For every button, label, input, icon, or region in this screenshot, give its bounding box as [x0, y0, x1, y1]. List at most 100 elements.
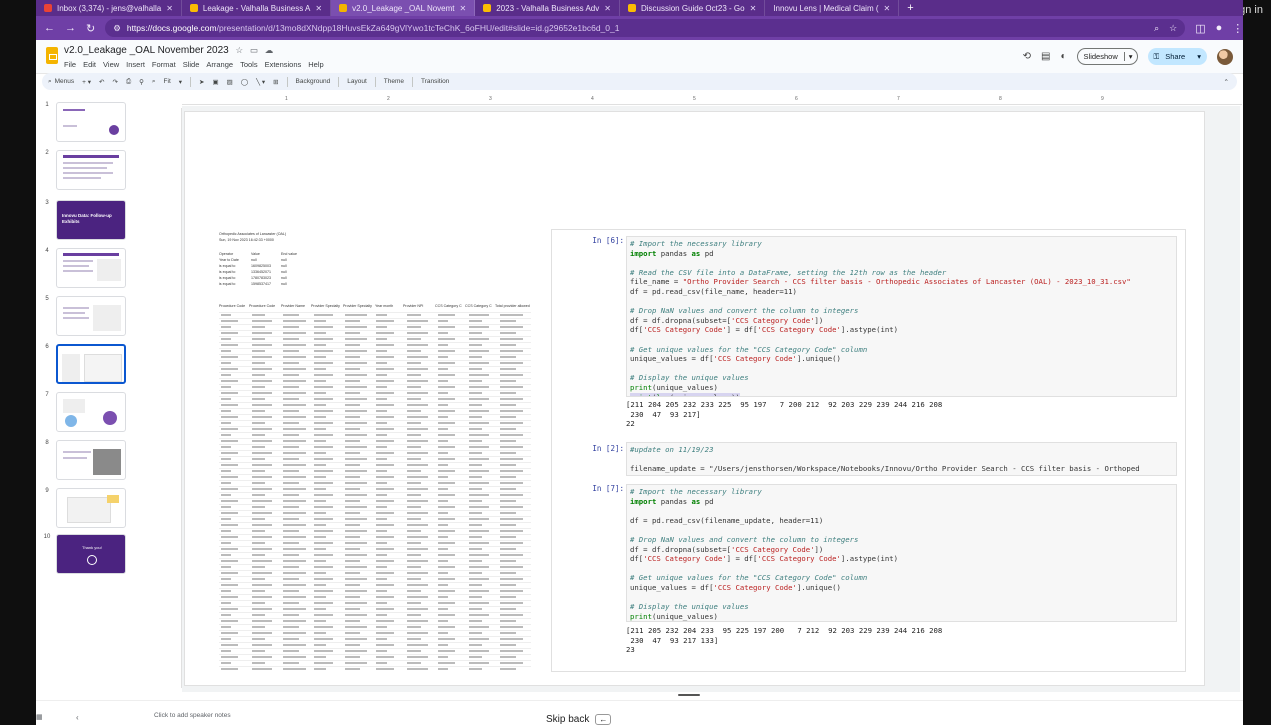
menu-help[interactable]: Help — [308, 60, 323, 69]
slide-thumb-8[interactable]: 8 — [42, 440, 132, 480]
sheet-cell-texture — [345, 500, 360, 502]
line-icon[interactable]: ╲ ▾ — [256, 78, 265, 86]
tab-slides-active[interactable]: v2.0_Leakage _OAL Novemt ✕ — [331, 0, 476, 16]
forward-icon[interactable]: → — [65, 22, 76, 34]
paint-format-icon[interactable]: ⚲ — [139, 78, 144, 86]
sheet-cell-texture — [221, 458, 231, 460]
slides-logo-icon[interactable] — [46, 47, 58, 64]
thumbnail — [56, 440, 126, 480]
version-history-icon[interactable]: ⟲ — [1023, 51, 1031, 62]
new-tab-icon[interactable]: + — [899, 2, 921, 14]
sheet-cell-texture — [252, 392, 272, 394]
speaker-notes-placeholder[interactable]: Click to add speaker notes — [154, 712, 231, 719]
tab-leakage[interactable]: Leakage - Valhalla Business A ✕ — [182, 0, 332, 16]
notes-resize-handle[interactable] — [678, 694, 700, 696]
slide-thumb-2[interactable]: 2 — [42, 150, 132, 190]
slide-thumb-9[interactable]: 9 — [42, 488, 132, 528]
theme-button[interactable]: Theme — [384, 78, 404, 85]
slide-thumb-6[interactable]: 6 — [42, 344, 132, 384]
slideshow-button[interactable]: Slideshow ▾ — [1076, 48, 1138, 65]
collapse-toolbar-icon[interactable]: ⌃ — [1224, 78, 1229, 86]
menu-arrange[interactable]: Arrange — [206, 60, 233, 69]
chevron-down-icon[interactable]: ▾ — [1191, 52, 1207, 61]
transition-button[interactable]: Transition — [421, 78, 449, 85]
zoom-icon[interactable]: ⌕ — [152, 78, 156, 86]
document-title[interactable]: v2.0_Leakage _OAL November 2023 — [64, 45, 229, 56]
bookmark-star-icon[interactable]: ☆ — [1169, 23, 1177, 34]
sheet-cell-texture — [376, 338, 387, 340]
new-slide-icon[interactable]: + ▾ — [82, 78, 91, 86]
menu-edit[interactable]: Edit — [83, 60, 96, 69]
textbox-icon[interactable]: ▣ — [213, 78, 219, 86]
zoom-icon[interactable]: ⌕ — [1154, 23, 1159, 34]
sheet-cell-texture — [469, 338, 489, 340]
sheet-cell-texture — [438, 380, 448, 382]
redo-icon[interactable]: ↷ — [112, 78, 117, 86]
reload-icon[interactable]: ↻ — [86, 22, 95, 35]
star-icon[interactable]: ☆ — [236, 45, 244, 55]
share-button[interactable]: ⚿ Share ▾ — [1147, 48, 1207, 65]
slide-thumb-1[interactable]: 1 — [42, 102, 132, 142]
more-menu-icon[interactable]: ⋮ — [1232, 22, 1243, 35]
tab-gmail[interactable]: Inbox (3,374) - jens@valhalla ✕ — [36, 0, 182, 16]
grid-view-icon[interactable]: ▦ — [36, 713, 43, 721]
url-field[interactable]: ⚙ https://docs.google.com/presentation/d… — [105, 19, 1186, 37]
search-menus[interactable]: ⌕ Menus — [48, 78, 74, 86]
profile-icon[interactable]: ● — [1216, 22, 1223, 34]
layout-button[interactable]: Layout — [347, 78, 367, 85]
slide-thumb-4[interactable]: 4 — [42, 248, 132, 288]
sheet-cell-texture — [221, 326, 231, 328]
skip-back-button[interactable]: Skip back ← — [542, 711, 616, 725]
slide-thumb-10[interactable]: 10 Thank you! — [42, 534, 132, 574]
avatar[interactable] — [1217, 48, 1233, 65]
sheet-cell-texture — [283, 446, 299, 448]
shape-icon[interactable]: ◯ — [241, 78, 248, 86]
background-button[interactable]: Background — [296, 78, 331, 85]
slide[interactable]: Orthopedic Associates of Lancaster (OAL)… — [184, 111, 1205, 686]
print-icon[interactable]: ⎙ — [126, 78, 131, 86]
slide-thumb-7[interactable]: 7 — [42, 392, 132, 432]
menu-view[interactable]: View — [103, 60, 119, 69]
menu-file[interactable]: File — [64, 60, 76, 69]
tab-innovu[interactable]: Innovu Lens | Medical Claim (✕ — [765, 0, 900, 16]
meet-icon[interactable]: ◐ — [1061, 51, 1067, 62]
close-icon[interactable]: ✕ — [604, 4, 611, 13]
comment-add-icon[interactable]: ⊞ — [273, 78, 278, 86]
comments-icon[interactable]: ▤ — [1041, 51, 1050, 62]
sheet-cell-texture — [345, 470, 367, 472]
slide-thumb-5[interactable]: 5 — [42, 296, 132, 336]
back-icon[interactable]: ← — [44, 22, 55, 34]
tab-2023[interactable]: 2023 - Valhalla Business Adv ✕ — [475, 0, 620, 16]
zoom-fit-select[interactable]: Fit — [164, 78, 171, 85]
chevron-down-icon[interactable]: ▾ — [179, 78, 182, 86]
undo-icon[interactable]: ↶ — [99, 78, 104, 86]
menu-slide[interactable]: Slide — [183, 60, 200, 69]
close-icon[interactable]: ✕ — [460, 4, 467, 13]
site-info-icon[interactable]: ⚙ — [113, 23, 121, 34]
sheet-cell-texture — [407, 494, 421, 496]
sheet-cell-texture — [283, 632, 306, 634]
close-icon[interactable]: ✕ — [884, 4, 891, 13]
speaker-notes[interactable]: ▦ ‹ Click to add speaker notes — [36, 700, 1243, 725]
menu-tools[interactable]: Tools — [240, 60, 258, 69]
sheet-cell-texture — [283, 440, 306, 442]
select-pointer-icon[interactable]: ➤ — [199, 78, 204, 86]
extensions-icon[interactable]: ◫ — [1195, 22, 1205, 35]
tab-discussion[interactable]: Discussion Guide Oct23 - Go ✕ — [620, 0, 766, 16]
move-folder-icon[interactable]: ▭ — [250, 45, 258, 55]
sheet-cell-texture — [221, 548, 238, 550]
menu-extensions[interactable]: Extensions — [265, 60, 302, 69]
close-icon[interactable]: ✕ — [166, 4, 173, 13]
cloud-status-icon[interactable]: ☁ — [265, 45, 274, 55]
slide-thumb-3[interactable]: 3 Innovu Data: Follow-up Exhibits — [42, 200, 132, 240]
menu-format[interactable]: Format — [152, 60, 176, 69]
close-icon[interactable]: ✕ — [750, 4, 757, 13]
chevron-down-icon[interactable]: ▾ — [1123, 52, 1137, 61]
image-icon[interactable]: ▨ — [227, 78, 233, 86]
cell-output: [211 205 232 204 233 95 225 197 200 7 21… — [626, 626, 943, 655]
sheet-cell-texture — [469, 500, 482, 502]
close-icon[interactable]: ✕ — [315, 4, 322, 13]
menu-insert[interactable]: Insert — [126, 60, 145, 69]
collapse-filmstrip-icon[interactable]: ‹ — [76, 713, 79, 722]
sheet-cell-texture — [438, 326, 455, 328]
